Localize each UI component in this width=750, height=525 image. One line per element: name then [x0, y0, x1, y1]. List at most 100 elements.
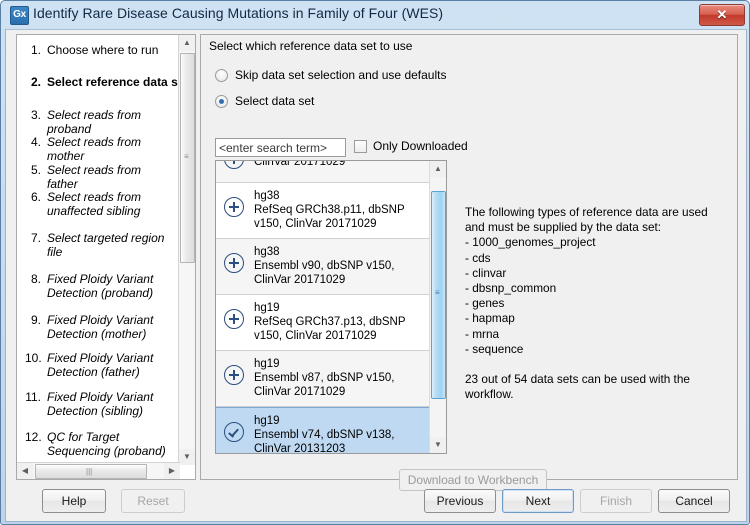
dataset-description: Ensembl v74, dbSNP v138, ClinVar 2013120…	[254, 429, 395, 454]
wizard-step-3[interactable]: 3. Select reads from proband	[17, 108, 175, 136]
dialog-content: 1. Choose where to run 2. Select reference …	[5, 29, 747, 522]
reset-button: Reset	[121, 489, 185, 513]
dataset-vertical-scrollbar[interactable]: ▲ ≡ ▼	[429, 161, 446, 453]
help-button[interactable]: Help	[42, 489, 106, 513]
plus-circle-icon[interactable]	[224, 197, 244, 217]
steps-hscroll-thumb[interactable]: |||	[35, 464, 147, 479]
download-to-workbench-button[interactable]: Download to Workbench	[399, 469, 547, 491]
wizard-step-1[interactable]: 1. Choose where to run	[17, 43, 175, 57]
plus-circle-icon[interactable]	[224, 365, 244, 385]
scroll-grip-icon: ≡	[184, 152, 189, 161]
scroll-grip-icon: |||	[86, 467, 93, 476]
wizard-step-7[interactable]: 7. Select targeted region file	[17, 231, 175, 259]
step-number: 4.	[30, 135, 41, 149]
search-input[interactable]	[215, 138, 346, 157]
step-label: Fixed Ploidy Variant Detection (father)	[47, 351, 154, 379]
dataset-description: Ensembl v91, dbSNP v150, ClinVar 2017102…	[254, 160, 346, 168]
dataset-list-item[interactable]: Ensembl v91, dbSNP v150, ClinVar 2017102…	[216, 160, 432, 183]
radio-select-dataset[interactable]: Select data set	[215, 94, 314, 108]
steps-horizontal-scrollbar[interactable]: ◀ ||| ▶	[17, 462, 180, 479]
step-number: 5.	[30, 163, 41, 177]
dataset-list-item[interactable]: hg38 RefSeq GRCh38.p11, dbSNP v150, ClinV…	[216, 183, 432, 239]
step-number: 7.	[30, 231, 41, 245]
step-number: 6.	[30, 190, 41, 204]
window-title: Identify Rare Disease Causing Mutations …	[33, 5, 444, 21]
dataset-description: Ensembl v90, dbSNP v150, ClinVar 2017102…	[254, 260, 395, 286]
dataset-list-item[interactable]: hg19 Ensembl v87, dbSNP v150, ClinVar 201…	[216, 351, 432, 407]
dataset-list-item[interactable]: hg19 Ensembl v74, dbSNP v138, ClinVar 201…	[216, 407, 432, 454]
wizard-step-9[interactable]: 9. Fixed Ploidy Variant Detection (mother…	[17, 313, 175, 341]
steps-vscroll-thumb[interactable]: ≡	[180, 53, 195, 263]
scroll-grip-icon: ≡	[435, 288, 440, 297]
wizard-step-12[interactable]: 12. QC for Target Sequencing (proband)	[17, 430, 175, 458]
wizard-step-2[interactable]: 2. Select reference data se	[17, 75, 180, 89]
title-bar: Gx Identify Rare Disease Causing Mutatio…	[1, 1, 750, 29]
dataset-name: hg19	[254, 302, 280, 314]
step-label: Select reads from mother	[47, 135, 142, 163]
step-number: 3.	[30, 108, 41, 122]
step-label: QC for Target Sequencing (proband)	[47, 430, 166, 458]
dataset-list[interactable]: Ensembl v91, dbSNP v150, ClinVar 2017102…	[215, 160, 447, 454]
step-label: Select reads from father	[47, 163, 142, 191]
wizard-steps-panel: 1. Choose where to run 2. Select reference …	[16, 34, 196, 480]
wizard-step-6[interactable]: 6. Select reads from unaffected sibling	[17, 190, 175, 218]
step-number: 9.	[30, 313, 41, 327]
radio-indicator-skip	[215, 68, 228, 82]
wizard-step-10[interactable]: 10. Fixed Ploidy Variant Detection (fathe…	[17, 351, 175, 379]
panel-heading: Select which reference data set to use	[209, 39, 413, 53]
checkbox-indicator-only-downloaded	[354, 139, 367, 153]
app-icon: Gx	[10, 6, 29, 25]
check-circle-icon[interactable]	[224, 422, 244, 442]
dataset-name: hg38	[254, 246, 280, 258]
dataset-description: Ensembl v87, dbSNP v150, ClinVar 2017102…	[254, 372, 395, 398]
scroll-up-icon[interactable]: ▲	[430, 161, 446, 177]
dataset-vscroll-thumb[interactable]: ≡	[431, 191, 446, 399]
plus-circle-icon[interactable]	[224, 161, 244, 169]
wizard-steps-list: 1. Choose where to run 2. Select reference …	[17, 35, 180, 465]
step-number: 1.	[30, 43, 41, 57]
wizard-dialog: Gx Identify Rare Disease Causing Mutatio…	[0, 0, 750, 525]
scroll-down-icon[interactable]: ▼	[430, 437, 446, 453]
close-icon: ✕	[716, 7, 728, 22]
wizard-step-11[interactable]: 11. Fixed Ploidy Variant Detection (sibli…	[17, 390, 175, 418]
step-number: 11.	[25, 390, 41, 404]
step-label: Select reads from unaffected sibling	[47, 190, 142, 218]
reference-data-panel: Select which reference data set to use S…	[200, 34, 738, 491]
step-label: Fixed Ploidy Variant Detection (sibling)	[47, 390, 154, 418]
plus-circle-icon[interactable]	[224, 253, 244, 273]
dataset-name: hg38	[254, 190, 280, 202]
step-label: Select targeted region file	[47, 231, 165, 259]
cancel-button[interactable]: Cancel	[658, 489, 730, 513]
step-number: 8.	[30, 272, 41, 286]
radio-label-select: Select data set	[235, 94, 315, 108]
step-label: Select reference data se	[47, 75, 180, 89]
dataset-list-items: Ensembl v91, dbSNP v150, ClinVar 2017102…	[216, 160, 432, 454]
previous-button[interactable]: Previous	[424, 489, 496, 513]
step-number: 12.	[25, 430, 42, 444]
next-button[interactable]: Next	[502, 489, 574, 513]
scroll-up-icon[interactable]: ▲	[179, 35, 195, 51]
wizard-step-5[interactable]: 5. Select reads from father	[17, 163, 175, 191]
dataset-description: RefSeq GRCh37.p13, dbSNP v150, ClinVar 2…	[254, 316, 406, 342]
scroll-right-icon[interactable]: ▶	[164, 463, 180, 479]
close-button[interactable]: ✕	[699, 4, 745, 26]
wizard-step-4[interactable]: 4. Select reads from mother	[17, 135, 175, 163]
only-downloaded-checkbox[interactable]: Only Downloaded	[354, 139, 468, 153]
step-label: Fixed Ploidy Variant Detection (mother)	[47, 313, 154, 341]
dataset-list-item[interactable]: hg38 Ensembl v90, dbSNP v150, ClinVar 201…	[216, 239, 432, 295]
step-number: 10.	[25, 351, 42, 365]
plus-circle-icon[interactable]	[224, 309, 244, 329]
step-label: Select reads from proband	[47, 108, 142, 136]
scroll-left-icon[interactable]: ◀	[17, 463, 33, 479]
wizard-step-8[interactable]: 8. Fixed Ploidy Variant Detection (proban…	[17, 272, 175, 300]
dataset-name: hg19	[254, 358, 280, 370]
radio-skip-dataset[interactable]: Skip data set selection and use defaults	[215, 68, 446, 82]
finish-button: Finish	[580, 489, 652, 513]
step-label: Fixed Ploidy Variant Detection (proband)	[47, 272, 154, 300]
reference-data-info: The following types of reference data ar…	[465, 205, 708, 402]
step-label: Choose where to run	[47, 43, 159, 57]
steps-vertical-scrollbar[interactable]: ▲ ≡ ▼	[178, 35, 195, 465]
dataset-description: RefSeq GRCh38.p11, dbSNP v150, ClinVar 2…	[254, 204, 405, 230]
dataset-list-item[interactable]: hg19 RefSeq GRCh37.p13, dbSNP v150, ClinV…	[216, 295, 432, 351]
scroll-down-icon[interactable]: ▼	[179, 449, 195, 465]
